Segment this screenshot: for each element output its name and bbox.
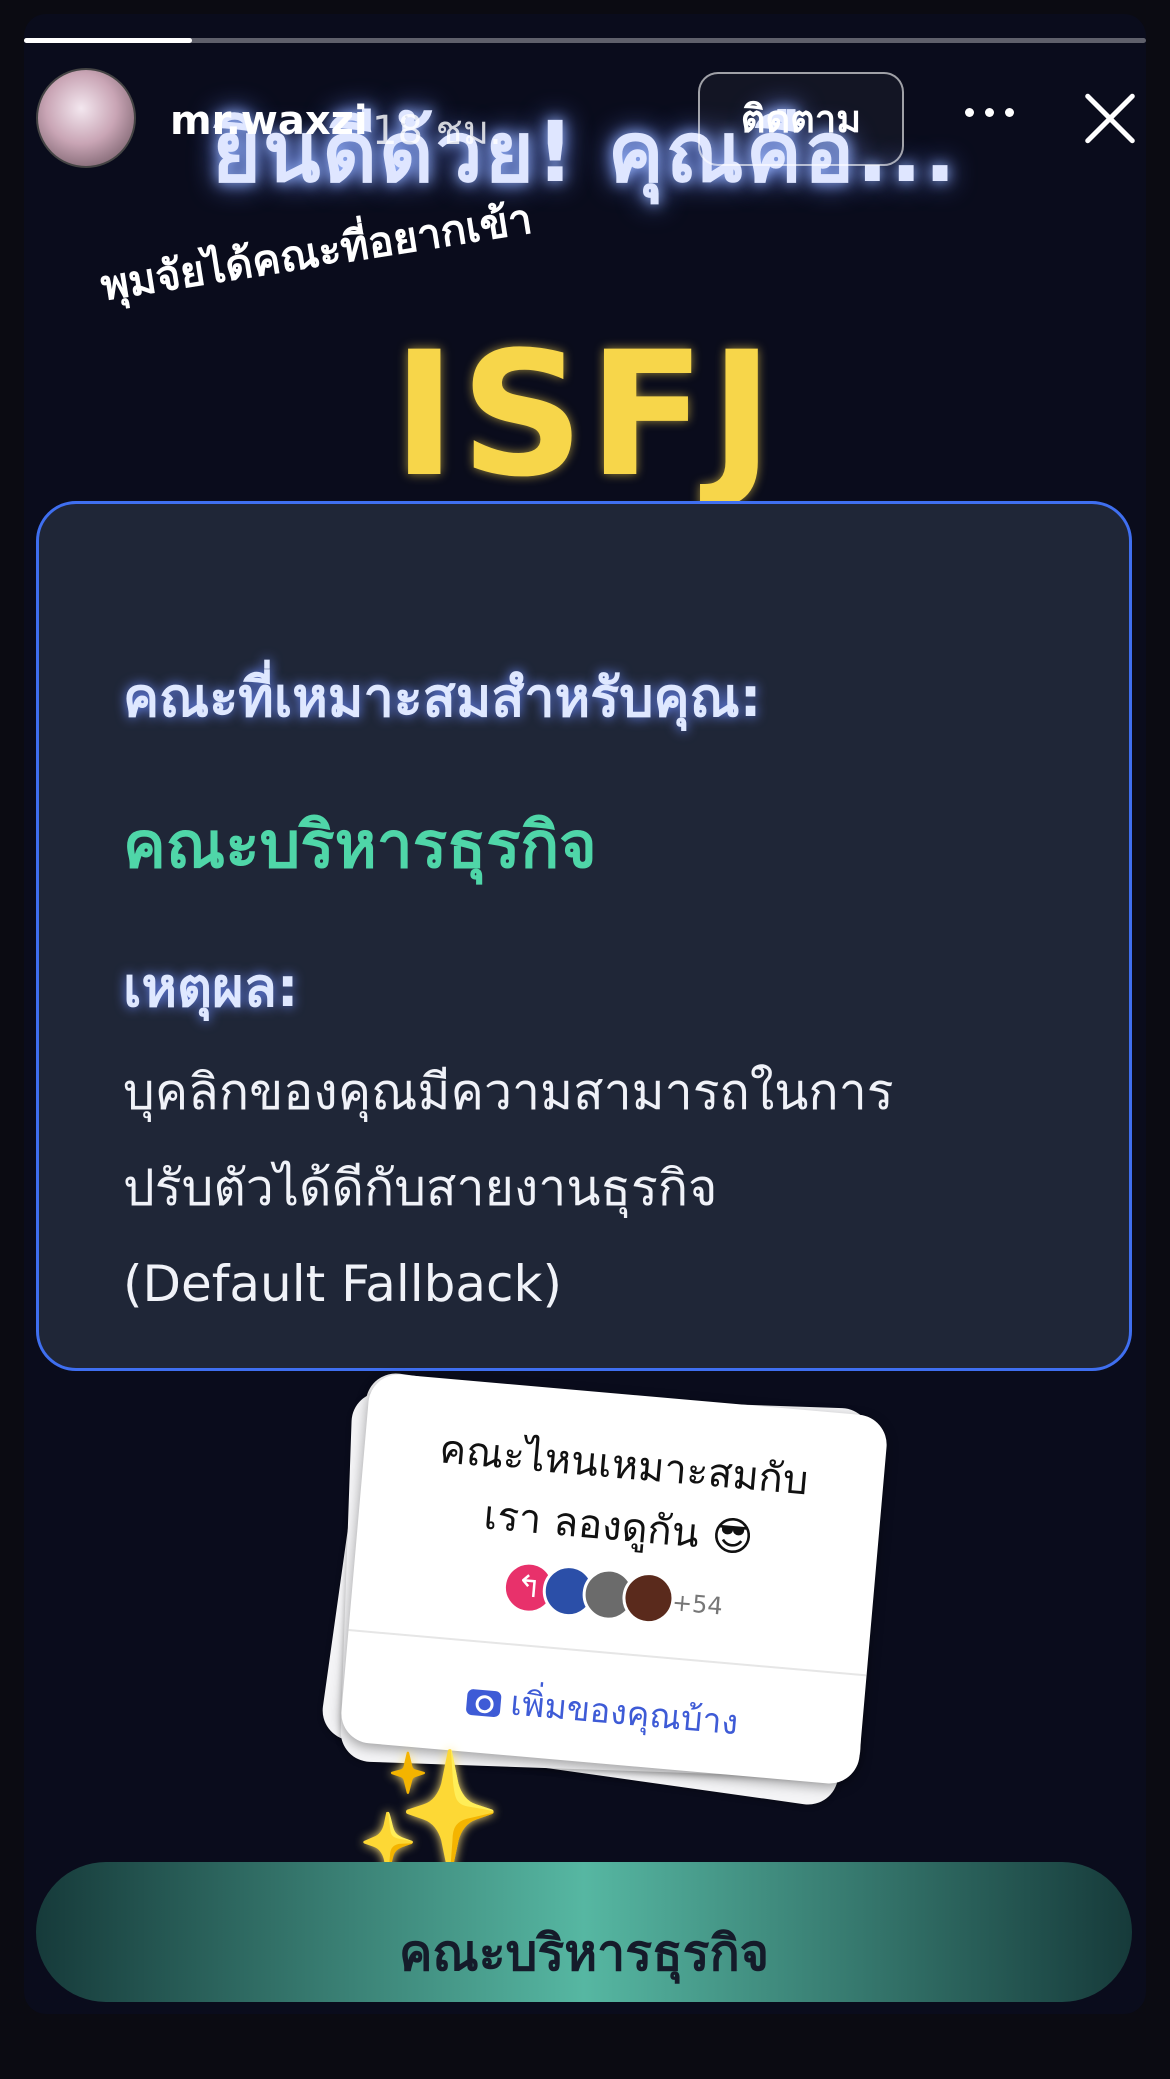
- reason-line: บุคลิกของคุณมีความสามารถในการ: [123, 1063, 894, 1121]
- mbti-type: ISFJ: [392, 314, 778, 515]
- participant-avatars[interactable]: ↰ +54: [500, 1559, 804, 1641]
- close-icon[interactable]: [1078, 88, 1142, 152]
- add-yours-label: เพิ่มของคุณบ้าง: [508, 1683, 740, 1744]
- story-progress-fill: [24, 38, 193, 43]
- participant-count: +54: [670, 1588, 724, 1621]
- add-yours-sticker[interactable]: คณะไหนเหมาะสมกับ เรา ลองดูกัน 😎 ↰ +54 เพ…: [338, 1372, 890, 1786]
- sticker-prompt: คณะไหนเหมาะสมกับ เรา ลองดูกัน 😎: [387, 1415, 856, 1579]
- camera-icon: [465, 1688, 502, 1718]
- reason-label: เหตุผล:: [123, 956, 299, 1019]
- result-card: คณะที่เหมาะสมสำหรับคุณ: คณะบริหารธุรกิจ …: [36, 501, 1132, 1371]
- user-avatar[interactable]: [36, 68, 136, 168]
- card-heading: คณะที่เหมาะสมสำหรับคุณ:: [123, 666, 762, 729]
- faculty-result-label: คณะบริหารธุรกิจ: [398, 1924, 770, 1982]
- faculty-name: คณะบริหารธุรกิจ: [123, 809, 597, 883]
- story-progress-bar: [24, 38, 1146, 43]
- reason-line: ปรับตัวได้ดีกับสายงานธุรกิจ: [123, 1159, 718, 1217]
- post-time: 18 ชม.: [372, 108, 502, 154]
- story-frame[interactable]: ยินดีด้วย! คุณคือ... พุมจัยได้คณะที่อยาก…: [24, 14, 1146, 2014]
- follow-button[interactable]: ติดตาม: [698, 72, 904, 166]
- reason-line: (Default Fallback): [123, 1255, 563, 1313]
- more-horizontal-icon[interactable]: [965, 108, 1015, 120]
- faculty-result-button[interactable]: คณะบริหารธุรกิจ: [36, 1862, 1132, 2002]
- username[interactable]: mr.waxzi: [170, 98, 368, 144]
- reason-text: บุคลิกของคุณมีความสามารถในการ ปรับตัวได้…: [123, 1044, 1083, 1332]
